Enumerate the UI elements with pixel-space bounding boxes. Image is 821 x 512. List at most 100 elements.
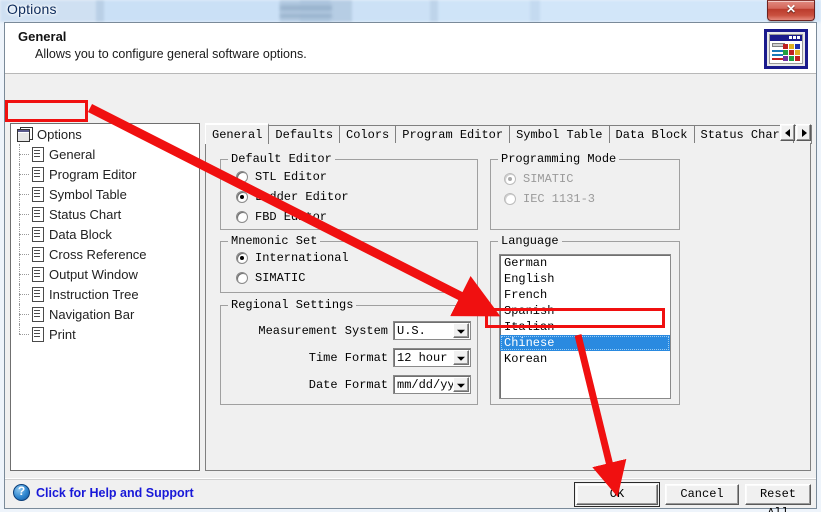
tree-node-label: Options xyxy=(37,127,82,142)
radio-label: SIMATIC xyxy=(523,172,573,186)
chevron-down-icon[interactable] xyxy=(453,350,469,365)
radio-stl-editor[interactable]: STL Editor xyxy=(236,167,349,187)
radio-icon-checked xyxy=(504,173,516,185)
language-item-spanish[interactable]: Spanish xyxy=(500,303,670,319)
dialog-header: General Allows you to configure general … xyxy=(5,23,816,74)
field-measurement-system: Measurement System U.S. xyxy=(229,321,471,340)
tab-symbol-table[interactable]: Symbol Table xyxy=(509,125,609,144)
page-icon xyxy=(31,207,44,221)
tree-item-label: Navigation Bar xyxy=(49,307,134,322)
tab-page-general: Default Editor STL Editor Ladder Editor xyxy=(205,143,811,471)
page-icon xyxy=(31,307,44,321)
tab-defaults[interactable]: Defaults xyxy=(268,125,340,144)
chevron-down-icon[interactable] xyxy=(453,377,469,392)
dropdown-value: 12 hour xyxy=(394,351,447,365)
page-icon xyxy=(31,147,44,161)
radio-ladder-editor[interactable]: Ladder Editor xyxy=(236,187,349,207)
radio-icon xyxy=(236,171,248,183)
radio-label: IEC 1131-3 xyxy=(523,192,595,206)
language-item-chinese[interactable]: Chinese xyxy=(500,335,670,351)
programming-mode-group: Programming Mode SIMATIC IEC 1131-3 xyxy=(490,159,680,230)
date-format-dropdown[interactable]: mm/dd/yy xyxy=(393,375,471,394)
tree-item-cross-reference[interactable]: Cross Reference xyxy=(11,244,199,264)
tab-colors[interactable]: Colors xyxy=(339,125,396,144)
language-item-italian[interactable]: Italian xyxy=(500,319,670,335)
page-icon xyxy=(31,247,44,261)
default-editor-legend: Default Editor xyxy=(228,152,335,166)
close-icon: ✕ xyxy=(768,2,814,16)
measurement-system-dropdown[interactable]: U.S. xyxy=(393,321,471,340)
radio-label: Ladder Editor xyxy=(255,190,349,204)
window-title: Options xyxy=(7,1,57,17)
tree-item-instruction-tree[interactable]: Instruction Tree xyxy=(11,284,199,304)
close-button[interactable]: ✕ xyxy=(767,0,815,21)
tab-scroll-buttons xyxy=(779,124,811,141)
mnemonic-set-legend: Mnemonic Set xyxy=(228,234,320,248)
options-tree[interactable]: Options General Program Editor Symbol Ta… xyxy=(10,123,200,471)
left-arrow-icon[interactable] xyxy=(780,124,795,141)
tree-item-label: Program Editor xyxy=(49,167,136,182)
default-editor-group: Default Editor STL Editor Ladder Editor xyxy=(220,159,478,230)
tab-bar: General Defaults Colors Program Editor S… xyxy=(205,123,811,145)
page-icon xyxy=(31,327,44,341)
tree-item-symbol-table[interactable]: Symbol Table xyxy=(11,184,199,204)
radio-icon-checked xyxy=(236,191,248,203)
dropdown-value: U.S. xyxy=(394,324,426,338)
help-and-support-link[interactable]: Click for Help and Support xyxy=(13,484,194,501)
radio-simatic-mnemonic[interactable]: SIMATIC xyxy=(236,268,349,288)
language-item-korean[interactable]: Korean xyxy=(500,351,670,367)
page-icon xyxy=(31,287,44,301)
tree-item-data-block[interactable]: Data Block xyxy=(11,224,199,244)
time-format-dropdown[interactable]: 12 hour xyxy=(393,348,471,367)
chevron-down-icon[interactable] xyxy=(453,323,469,338)
options-dialog: General Allows you to configure general … xyxy=(4,22,817,509)
tree-item-label: General xyxy=(49,147,95,162)
radio-label: FBD Editor xyxy=(255,210,327,224)
cancel-button[interactable]: Cancel xyxy=(665,484,739,505)
tree-item-label: Instruction Tree xyxy=(49,287,139,302)
radio-label: STL Editor xyxy=(255,170,327,184)
tree-item-program-editor[interactable]: Program Editor xyxy=(11,164,199,184)
tab-data-block[interactable]: Data Block xyxy=(609,125,695,144)
tree-item-output-window[interactable]: Output Window xyxy=(11,264,199,284)
tab-program-editor[interactable]: Program Editor xyxy=(395,125,510,144)
field-time-format: Time Format 12 hour xyxy=(229,348,471,367)
tree-item-navigation-bar[interactable]: Navigation Bar xyxy=(11,304,199,324)
programming-mode-legend: Programming Mode xyxy=(498,152,619,166)
question-mark-icon xyxy=(13,484,30,501)
radio-international[interactable]: International xyxy=(236,248,349,268)
tree-node-options[interactable]: Options xyxy=(11,124,199,144)
page-subtitle: Allows you to configure general software… xyxy=(35,47,307,61)
tree-item-print[interactable]: Print xyxy=(11,324,199,344)
tree-item-label: Cross Reference xyxy=(49,247,147,262)
radio-icon xyxy=(504,193,516,205)
page-icon xyxy=(31,267,44,281)
field-label: Time Format xyxy=(309,351,388,365)
tab-general[interactable]: General xyxy=(205,123,269,144)
radio-label: SIMATIC xyxy=(255,271,305,285)
options-app-icon xyxy=(17,127,32,141)
reset-all-button[interactable]: Reset All xyxy=(745,484,811,505)
language-listbox[interactable]: German English French Spanish Italian Ch… xyxy=(499,254,671,399)
tree-item-label: Symbol Table xyxy=(49,187,127,202)
radio-icon-checked xyxy=(236,252,248,264)
radio-fbd-editor[interactable]: FBD Editor xyxy=(236,207,349,227)
language-group: Language German English French Spanish I… xyxy=(490,241,680,405)
regional-settings-legend: Regional Settings xyxy=(228,298,356,312)
language-item-german[interactable]: German xyxy=(500,255,670,271)
radio-simatic-mode: SIMATIC xyxy=(504,169,595,189)
ok-button[interactable]: OK xyxy=(576,484,658,505)
radio-icon xyxy=(236,211,248,223)
page-icon xyxy=(31,167,44,181)
options-pages-panel: General Defaults Colors Program Editor S… xyxy=(205,123,811,471)
dialog-footer: Click for Help and Support OK Cancel Res… xyxy=(5,478,816,508)
field-label: Measurement System xyxy=(258,324,388,338)
tree-item-general[interactable]: General xyxy=(11,144,199,164)
dialog-body: Options General Program Editor Symbol Ta… xyxy=(5,74,816,479)
page-title: General xyxy=(18,29,66,44)
right-arrow-icon[interactable] xyxy=(796,124,811,141)
field-label: Date Format xyxy=(309,378,388,392)
language-item-english[interactable]: English xyxy=(500,271,670,287)
language-item-french[interactable]: French xyxy=(500,287,670,303)
tree-item-status-chart[interactable]: Status Chart xyxy=(11,204,199,224)
